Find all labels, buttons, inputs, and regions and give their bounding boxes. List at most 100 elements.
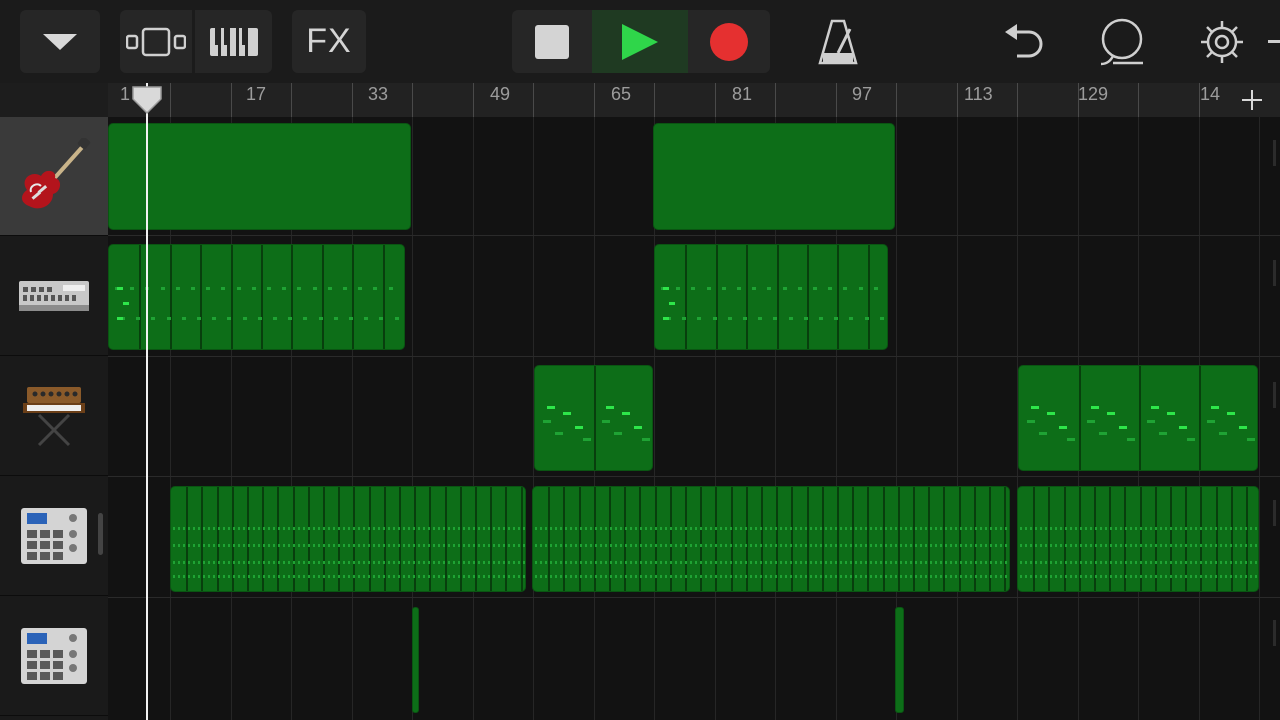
midi-note <box>1075 561 1077 564</box>
midi-note <box>1030 527 1032 530</box>
track-header-guitar[interactable] <box>0 117 108 236</box>
add-section-button[interactable] <box>1232 83 1272 117</box>
midi-note <box>1220 575 1222 578</box>
midi-note <box>278 527 280 530</box>
midi-note <box>830 561 832 564</box>
midi-note <box>713 317 717 320</box>
midi-note <box>1025 561 1027 564</box>
bar-ruler[interactable]: 1 17 33 49 65 81 97 113 129 14 <box>108 83 1280 117</box>
midi-note <box>1090 527 1092 530</box>
midi-note <box>1175 527 1177 530</box>
midi-note <box>1195 527 1197 530</box>
midi-note <box>398 527 400 530</box>
midi-note <box>535 527 537 530</box>
track-region[interactable] <box>170 486 526 592</box>
midi-note <box>428 561 430 564</box>
track-region[interactable] <box>412 607 419 713</box>
midi-note <box>358 287 362 290</box>
midi-note <box>550 575 552 578</box>
track-header-drum-machine[interactable] <box>0 237 108 356</box>
midi-note <box>1020 527 1022 530</box>
midi-note <box>1135 575 1137 578</box>
track-region[interactable] <box>108 123 411 230</box>
midi-note <box>293 527 295 530</box>
midi-note <box>600 561 602 564</box>
midi-note <box>183 575 185 578</box>
midi-note <box>995 527 997 530</box>
midi-note <box>885 561 887 564</box>
midi-note <box>665 561 667 564</box>
midi-note <box>1239 426 1247 429</box>
midi-note <box>630 575 632 578</box>
track-region[interactable] <box>1018 365 1258 471</box>
midi-note <box>960 575 962 578</box>
record-button[interactable] <box>688 10 770 73</box>
midi-note <box>1155 575 1157 578</box>
track-header-beat-sequencer-2[interactable] <box>0 597 108 716</box>
midi-note <box>1145 575 1147 578</box>
track-region[interactable] <box>653 123 895 230</box>
track-region[interactable] <box>654 244 888 350</box>
midi-note <box>1205 544 1207 547</box>
midi-note <box>975 544 977 547</box>
midi-note <box>178 575 180 578</box>
midi-note <box>925 561 927 564</box>
midi-note <box>1095 575 1097 578</box>
fx-button[interactable]: FX <box>292 10 366 73</box>
metronome-button[interactable] <box>814 18 862 66</box>
settings-button[interactable] <box>1196 16 1248 68</box>
midi-note <box>545 575 547 578</box>
midi-note <box>682 317 686 320</box>
tracks-area[interactable] <box>108 117 1280 720</box>
midi-note <box>1255 575 1257 578</box>
ruler-tick <box>1017 83 1018 117</box>
piano-keys-icon <box>209 27 258 56</box>
midi-note <box>1230 561 1232 564</box>
midi-note <box>1235 561 1237 564</box>
loop-browser-button[interactable] <box>1096 16 1148 68</box>
midi-note <box>800 527 802 530</box>
stop-button[interactable] <box>512 10 592 73</box>
track-region[interactable] <box>534 365 653 471</box>
midi-note <box>585 544 587 547</box>
midi-note <box>815 561 817 564</box>
midi-note <box>1240 575 1242 578</box>
midi-note <box>443 575 445 578</box>
midi-note <box>828 287 832 290</box>
loop-boundary <box>852 487 854 591</box>
midi-note <box>258 544 260 547</box>
track-region[interactable] <box>108 244 405 350</box>
undo-button[interactable] <box>1000 18 1048 66</box>
track-header-synth[interactable] <box>0 357 108 476</box>
midi-note <box>570 544 572 547</box>
play-button[interactable] <box>592 10 688 73</box>
midi-note <box>478 561 480 564</box>
midi-note <box>223 575 225 578</box>
midi-note <box>203 544 205 547</box>
loop-boundary <box>868 245 870 349</box>
tracks-view-button[interactable] <box>120 10 192 73</box>
midi-note <box>620 561 622 564</box>
loop-boundary <box>505 487 507 591</box>
midi-note <box>248 575 250 578</box>
browser-menu-button[interactable] <box>20 10 100 73</box>
midi-note <box>253 527 255 530</box>
midi-note <box>1220 544 1222 547</box>
playhead-handle[interactable] <box>131 85 163 115</box>
midi-note <box>318 561 320 564</box>
track-region[interactable] <box>895 607 904 713</box>
instrument-button[interactable] <box>195 10 272 73</box>
track-region[interactable] <box>532 486 1010 592</box>
midi-note <box>183 544 185 547</box>
midi-note <box>373 527 375 530</box>
midi-note <box>173 527 175 530</box>
lane-edge-handle <box>1273 260 1276 286</box>
midi-note <box>338 575 340 578</box>
midi-note <box>393 575 395 578</box>
track-region[interactable] <box>1017 486 1259 592</box>
track-header-beat-sequencer-1[interactable] <box>0 477 108 596</box>
midi-note <box>835 561 837 564</box>
midi-note <box>378 527 380 530</box>
midi-note <box>368 575 370 578</box>
track-headers <box>0 117 108 720</box>
